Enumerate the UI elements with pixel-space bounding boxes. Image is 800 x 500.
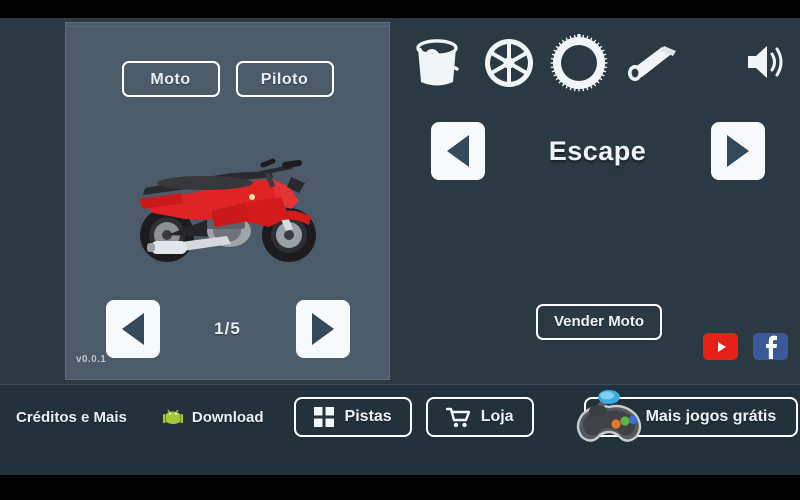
shopping-cart-icon (445, 407, 470, 427)
grid-squares-icon (313, 407, 334, 427)
version-label: v0.0.1 (76, 354, 107, 365)
part-category-icons (410, 34, 680, 92)
more-games-label: Mais jogos grátis (645, 408, 777, 425)
social-links (703, 333, 788, 360)
triangle-right-icon (726, 135, 749, 167)
vehicle-next-button[interactable] (295, 300, 350, 358)
paint-bucket-icon[interactable] (410, 36, 468, 90)
part-next-button[interactable] (710, 122, 765, 180)
sell-motorcycle-button[interactable]: Vender Moto (536, 304, 663, 340)
download-button[interactable]: Download (162, 406, 264, 428)
credits-button[interactable]: Créditos e Mais (16, 409, 127, 426)
youtube-icon[interactable] (703, 333, 738, 360)
exhaust-pipe-icon[interactable] (622, 40, 680, 86)
category-tabs: Moto Piloto (66, 61, 389, 97)
sprocket-icon[interactable] (550, 34, 608, 92)
customization-panel: Escape Vender Moto (395, 18, 800, 380)
gamepad-icon (576, 390, 641, 442)
triangle-left-icon (121, 313, 144, 345)
game-stage: Moto Piloto 1/5 v0.0.1 Escape Vender Mot… (0, 18, 800, 475)
part-selector: Escape (395, 122, 800, 180)
wheel-rim-icon[interactable] (482, 36, 536, 90)
vehicle-pager: 1/5 (66, 300, 389, 358)
tracks-button[interactable]: Pistas (293, 397, 412, 437)
motorcycle-image (138, 158, 316, 262)
shop-label: Loja (480, 408, 514, 425)
credits-label: Créditos e Mais (16, 408, 127, 426)
triangle-left-icon (446, 135, 469, 167)
tracks-label: Pistas (344, 408, 392, 425)
vehicle-preview (66, 143, 389, 283)
android-icon (162, 409, 183, 424)
download-label: Download (191, 408, 264, 426)
vehicle-page-counter: 1/5 (214, 319, 241, 338)
triangle-right-icon (311, 313, 334, 345)
current-part-label: Escape (548, 135, 647, 166)
shop-button[interactable]: Loja (425, 397, 534, 437)
more-games-button[interactable]: Mais jogos grátis (576, 390, 799, 442)
tab-moto[interactable]: Moto (121, 61, 220, 97)
vehicle-prev-button[interactable] (105, 300, 160, 358)
bottom-toolbar: Créditos e Mais Download Pistas Loja Mai… (0, 384, 800, 475)
game-screen: Moto Piloto 1/5 v0.0.1 Escape Vender Mot… (0, 0, 800, 500)
vehicle-panel: Moto Piloto 1/5 v0.0.1 (65, 22, 390, 380)
facebook-icon[interactable] (753, 333, 788, 360)
speaker-on-icon[interactable] (744, 42, 788, 82)
tab-piloto[interactable]: Piloto (235, 61, 334, 97)
part-prev-button[interactable] (430, 122, 485, 180)
